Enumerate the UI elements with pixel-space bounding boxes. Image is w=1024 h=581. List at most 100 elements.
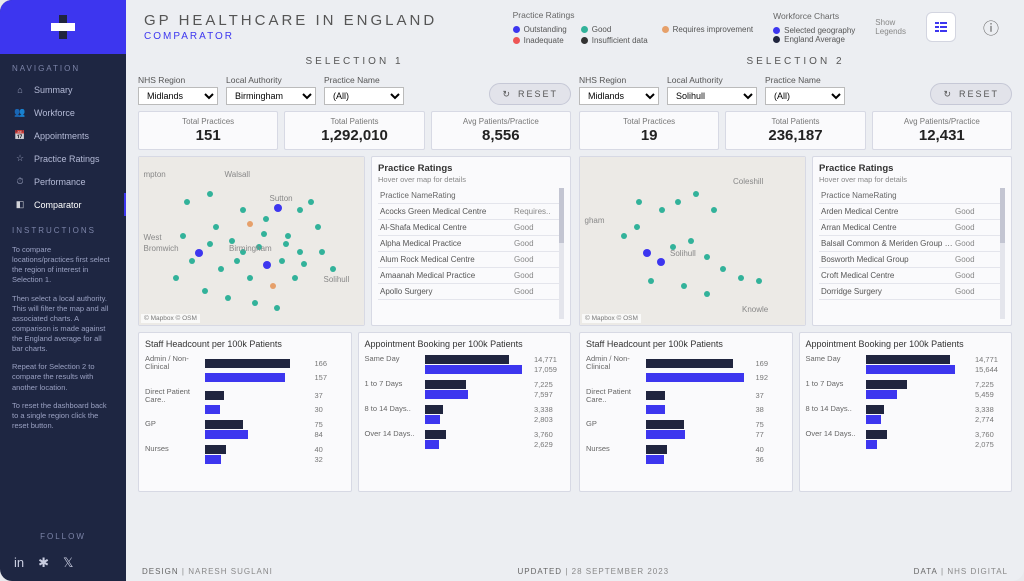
map-dot[interactable]: [252, 300, 258, 306]
map-dot[interactable]: [279, 258, 285, 264]
reset-button[interactable]: ↻RESET: [489, 83, 571, 105]
ratings-row[interactable]: Dorridge SurgeryGood: [819, 284, 1005, 300]
scrollbar[interactable]: [1000, 188, 1005, 319]
map-dot[interactable]: [247, 221, 253, 227]
bar-selected[interactable]: [205, 359, 290, 368]
bar-england[interactable]: [425, 390, 468, 399]
scrollbar[interactable]: [559, 188, 564, 319]
map-dot[interactable]: [315, 224, 321, 230]
bar-england[interactable]: [205, 455, 221, 464]
bar-england[interactable]: [425, 440, 440, 449]
nav-item-performance[interactable]: ⏱Performance: [0, 170, 126, 193]
map-dot[interactable]: [711, 207, 717, 213]
bar-selected[interactable]: [205, 391, 224, 400]
la-select[interactable]: Birmingham: [226, 87, 316, 105]
ratings-row[interactable]: Arran Medical CentreGood: [819, 220, 1005, 236]
bar-england[interactable]: [646, 373, 744, 382]
bar-england[interactable]: [425, 415, 441, 424]
bar-england[interactable]: [866, 415, 882, 424]
bar-selected[interactable]: [646, 391, 665, 400]
map-dot[interactable]: [247, 275, 253, 281]
map-dot[interactable]: [675, 199, 681, 205]
bar-selected[interactable]: [646, 420, 684, 429]
bar-england[interactable]: [866, 390, 897, 399]
map-dot[interactable]: [285, 233, 291, 239]
show-legends-button[interactable]: [926, 12, 956, 42]
info-icon[interactable]: ⓘ: [976, 12, 1006, 42]
ratings-row[interactable]: Apollo SurgeryGood: [378, 284, 564, 300]
map-dot[interactable]: [756, 278, 762, 284]
ratings-row[interactable]: Alum Rock Medical CentreGood: [378, 252, 564, 268]
nav-item-summary[interactable]: ⌂Summary: [0, 79, 126, 101]
map-card[interactable]: © Mapbox © OSMmptonWalsallWestBromwichBi…: [138, 156, 365, 326]
nav-item-practice-ratings[interactable]: ☆Practice Ratings: [0, 147, 126, 170]
map-dot[interactable]: [225, 295, 231, 301]
ratings-row[interactable]: Arden Medical CentreGood: [819, 204, 1005, 220]
map-dot[interactable]: [234, 258, 240, 264]
bar-selected[interactable]: [205, 420, 243, 429]
map-dot[interactable]: [218, 266, 224, 272]
bar-selected[interactable]: [425, 405, 444, 414]
ratings-row[interactable]: Acocks Green Medical CentreRequires..: [378, 204, 564, 220]
nav-item-comparator[interactable]: ◧Comparator: [0, 193, 126, 216]
bar-england[interactable]: [646, 405, 665, 414]
map-dot[interactable]: [189, 258, 195, 264]
pn-select[interactable]: (All): [324, 87, 404, 105]
bar-selected[interactable]: [866, 430, 887, 439]
map-dot[interactable]: [297, 207, 303, 213]
bar-selected[interactable]: [866, 355, 950, 364]
bar-selected[interactable]: [646, 359, 733, 368]
nav-item-appointments[interactable]: 📅Appointments: [0, 124, 126, 147]
ratings-row[interactable]: Croft Medical CentreGood: [819, 268, 1005, 284]
map-dot[interactable]: [693, 191, 699, 197]
bar-england[interactable]: [646, 430, 685, 439]
bar-selected[interactable]: [425, 430, 446, 439]
map-dot[interactable]: [261, 231, 267, 237]
map-dot[interactable]: [270, 283, 276, 289]
map-dot[interactable]: [720, 266, 726, 272]
bar-selected[interactable]: [866, 405, 885, 414]
bar-england[interactable]: [866, 440, 878, 449]
map-dot[interactable]: [292, 275, 298, 281]
bar-england[interactable]: [205, 373, 285, 382]
twitter-icon[interactable]: 𝕏: [63, 555, 73, 571]
bar-selected[interactable]: [646, 445, 667, 454]
bar-selected[interactable]: [425, 380, 466, 389]
bar-england[interactable]: [646, 455, 664, 464]
map-dot[interactable]: [297, 249, 303, 255]
map-card[interactable]: © Mapbox © OSMghamSolihullColeshillKnowl…: [579, 156, 806, 326]
map-dot[interactable]: [180, 233, 186, 239]
tableau-icon[interactable]: ✱: [38, 555, 49, 571]
ratings-row[interactable]: Al-Shafa Medical CentreGood: [378, 220, 564, 236]
ratings-row[interactable]: Alpha Medical PracticeGood: [378, 236, 564, 252]
map-dot[interactable]: [229, 238, 235, 244]
map-dot[interactable]: [263, 261, 271, 269]
map-dot[interactable]: [173, 275, 179, 281]
map-dot[interactable]: [657, 258, 665, 266]
ratings-row[interactable]: Bosworth Medical GroupGood: [819, 252, 1005, 268]
map-dot[interactable]: [207, 191, 213, 197]
region-select[interactable]: Midlands: [138, 87, 218, 105]
linkedin-icon[interactable]: in: [14, 555, 24, 571]
map-dot[interactable]: [274, 305, 280, 311]
bar-england[interactable]: [866, 365, 955, 374]
map-dot[interactable]: [688, 238, 694, 244]
map-dot[interactable]: [263, 216, 269, 222]
map-dot[interactable]: [648, 278, 654, 284]
map-dot[interactable]: [308, 199, 314, 205]
pn-select[interactable]: (All): [765, 87, 845, 105]
map-dot[interactable]: [274, 204, 282, 212]
ratings-row[interactable]: Amaanah Medical PracticeGood: [378, 268, 564, 284]
bar-selected[interactable]: [425, 355, 509, 364]
bar-england[interactable]: [205, 430, 248, 439]
map-dot[interactable]: [207, 241, 213, 247]
bar-england[interactable]: [205, 405, 220, 414]
la-select[interactable]: Solihull: [667, 87, 757, 105]
nav-item-workforce[interactable]: 👥Workforce: [0, 101, 126, 124]
map-dot[interactable]: [621, 233, 627, 239]
map-dot[interactable]: [202, 288, 208, 294]
bar-england[interactable]: [425, 365, 522, 374]
map-dot[interactable]: [184, 199, 190, 205]
reset-button[interactable]: ↻RESET: [930, 83, 1012, 105]
map-dot[interactable]: [283, 241, 289, 247]
